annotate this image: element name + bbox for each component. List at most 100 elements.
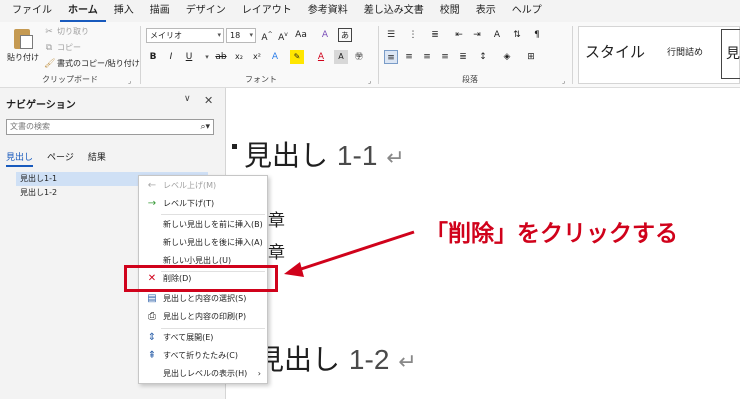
paste-icon [12,26,34,50]
borders-icon[interactable]: ⊞ [524,50,538,64]
tab-design[interactable]: デザイン [178,0,234,22]
paragraph-mark-icon: ↵ [386,146,405,171]
tab-draw[interactable]: 描画 [142,0,178,22]
heading-number: 1-2 [348,344,390,375]
tab-mailings[interactable]: 差し込み文書 [356,0,432,22]
char-shading-icon[interactable]: A [334,50,348,64]
document-heading-1[interactable]: 見出し 1-1 ↵ [244,134,405,174]
bold-icon[interactable]: B [146,50,160,64]
multilevel-list-icon[interactable]: ≣ [428,28,442,42]
font-name-select[interactable]: メイリオ ▾ [146,28,224,43]
shading-icon[interactable]: ◈ [500,50,514,64]
menu-item-collapse-all[interactable]: ⇞ すべて折りたたみ(C) [139,347,267,365]
numbering-icon[interactable]: ⋮ [406,28,420,42]
underline-dropdown-icon[interactable]: ▾ [200,50,214,64]
menu-item-insert-after[interactable]: 新しい見出しを後に挿入(A) [139,234,267,252]
grow-font-icon[interactable]: A^ [260,28,274,43]
tab-pages[interactable]: ページ [47,150,74,167]
decrease-indent-icon[interactable]: ⇤ [452,28,466,42]
chevron-down-icon[interactable]: ∨ [184,94,191,104]
scissors-icon: ✂ [45,26,53,37]
cut-label: 切り取り [57,27,89,36]
tab-file[interactable]: ファイル [4,0,60,22]
asian-layout-icon[interactable]: A [490,28,504,42]
style-gallery[interactable]: スタイル 行間詰め 見出 [578,26,740,110]
tab-layout[interactable]: レイアウト [234,0,300,22]
arrow-right-icon: → [147,198,157,209]
font-launcher-icon[interactable]: ⌟ [368,77,371,85]
font-size-select[interactable]: 18 ▾ [226,28,256,43]
clipboard-launcher-icon[interactable]: ⌟ [128,77,131,85]
chevron-down-icon: ▾ [249,31,253,39]
search-icon[interactable]: ⌕▾ [200,120,210,134]
show-marks-icon[interactable]: ¶ [530,28,544,42]
enclose-char-icon[interactable]: ㊫ [352,50,366,64]
bullets-icon[interactable]: ☰ [384,28,398,42]
annotation-highlight-box [124,265,278,292]
font-color-icon[interactable]: A [314,50,328,64]
close-icon[interactable]: ✕ [204,94,213,107]
clear-format-icon[interactable]: A [318,28,332,42]
italic-icon[interactable]: I [164,50,178,64]
annotation-callout: 「削除」をクリックする [425,221,678,247]
copy-label: コピー [57,43,81,52]
tab-insert[interactable]: 挿入 [106,0,142,22]
justify-icon[interactable]: ≡ [438,50,452,64]
increase-indent-icon[interactable]: ⇥ [470,28,484,42]
clipboard-group-label: クリップボード [42,75,98,84]
collapse-all-icon: ⇞ [147,350,157,361]
menu-item-demote[interactable]: → レベル下げ(T) [139,195,267,213]
tab-references[interactable]: 参考資料 [300,0,356,22]
tab-results[interactable]: 結果 [88,150,106,167]
menu-item-label: 見出しと内容の印刷(P) [163,312,247,321]
line-spacing-icon[interactable]: ↕ [476,50,490,64]
tab-help[interactable]: ヘルプ [504,0,550,22]
menu-item-select-content[interactable]: ▤ 見出しと内容の選択(S) [139,290,267,308]
search-input[interactable]: 文書の検索 ⌕▾ [6,119,214,135]
tab-view[interactable]: 表示 [468,0,504,22]
tab-review[interactable]: 校閲 [432,0,468,22]
distribute-icon[interactable]: ≣ [456,50,470,64]
align-right-icon[interactable]: ≡ [420,50,434,64]
copy-button[interactable]: ⧉ コピー [44,42,81,53]
style-no-spacing[interactable]: 行間詰め [667,45,703,58]
cut-button[interactable]: ✂ 切り取り [44,26,89,37]
paragraph-mark-icon: ↵ [398,350,417,375]
chevron-down-icon: ▾ [217,31,221,39]
tab-home[interactable]: ホーム [60,0,106,22]
menu-item-label: 新しい見出しを後に挿入(A) [163,238,263,247]
style-label[interactable]: スタイル [585,41,645,62]
menu-item-insert-before[interactable]: 新しい見出しを前に挿入(B) [139,216,267,234]
change-case-icon[interactable]: Aa [294,28,308,42]
document-heading-2[interactable]: 見出し 1-2 ↵ [256,338,417,378]
style-heading-preview[interactable]: 見出 [721,29,740,110]
ribbon-tab-bar: ファイル ホーム 挿入 描画 デザイン レイアウト 参考資料 差し込み文書 校閲… [0,0,740,22]
paste-button[interactable]: 貼り付け [6,26,40,74]
subscript-icon[interactable]: x₂ [232,50,246,64]
align-center-icon[interactable]: ≡ [402,50,416,64]
format-painter-label: 書式のコピー/貼り付け [57,59,140,68]
menu-item-expand-all[interactable]: ⇕ すべて展開(E) [139,329,267,347]
char-border-icon[interactable]: あ [338,28,352,42]
superscript-icon[interactable]: x² [250,50,264,64]
menu-item-label: レベル下げ(T) [163,199,215,208]
align-left-icon[interactable]: ≡ [384,50,398,64]
highlight-icon[interactable]: ✎ [290,50,304,64]
strikethrough-icon[interactable]: ab [214,50,228,64]
document-line[interactable]: 章 [268,238,285,263]
paragraph-group-label: 段落 [462,75,478,84]
shrink-font-icon[interactable]: Av [276,28,290,43]
paragraph-launcher-icon[interactable]: ⌟ [562,77,565,85]
format-painter-button[interactable]: 🖌 書式のコピー/貼り付け [44,58,140,69]
document-line[interactable]: 章 [268,206,285,231]
tab-headings[interactable]: 見出し [6,150,34,167]
sort-icon[interactable]: ⇅ [510,28,524,42]
menu-item-show-levels[interactable]: 見出しレベルの表示(H) › [139,365,267,383]
menu-item-print-content[interactable]: ⎙ 見出しと内容の印刷(P) [139,308,267,326]
text-effects-icon[interactable]: A [268,50,282,64]
menu-item-label: レベル上げ(M) [163,181,217,190]
menu-item-promote[interactable]: ← レベル上げ(M) [139,177,267,195]
expand-all-icon: ⇕ [147,332,157,343]
underline-icon[interactable]: U [182,50,196,64]
font-group-label: フォント [245,75,277,84]
